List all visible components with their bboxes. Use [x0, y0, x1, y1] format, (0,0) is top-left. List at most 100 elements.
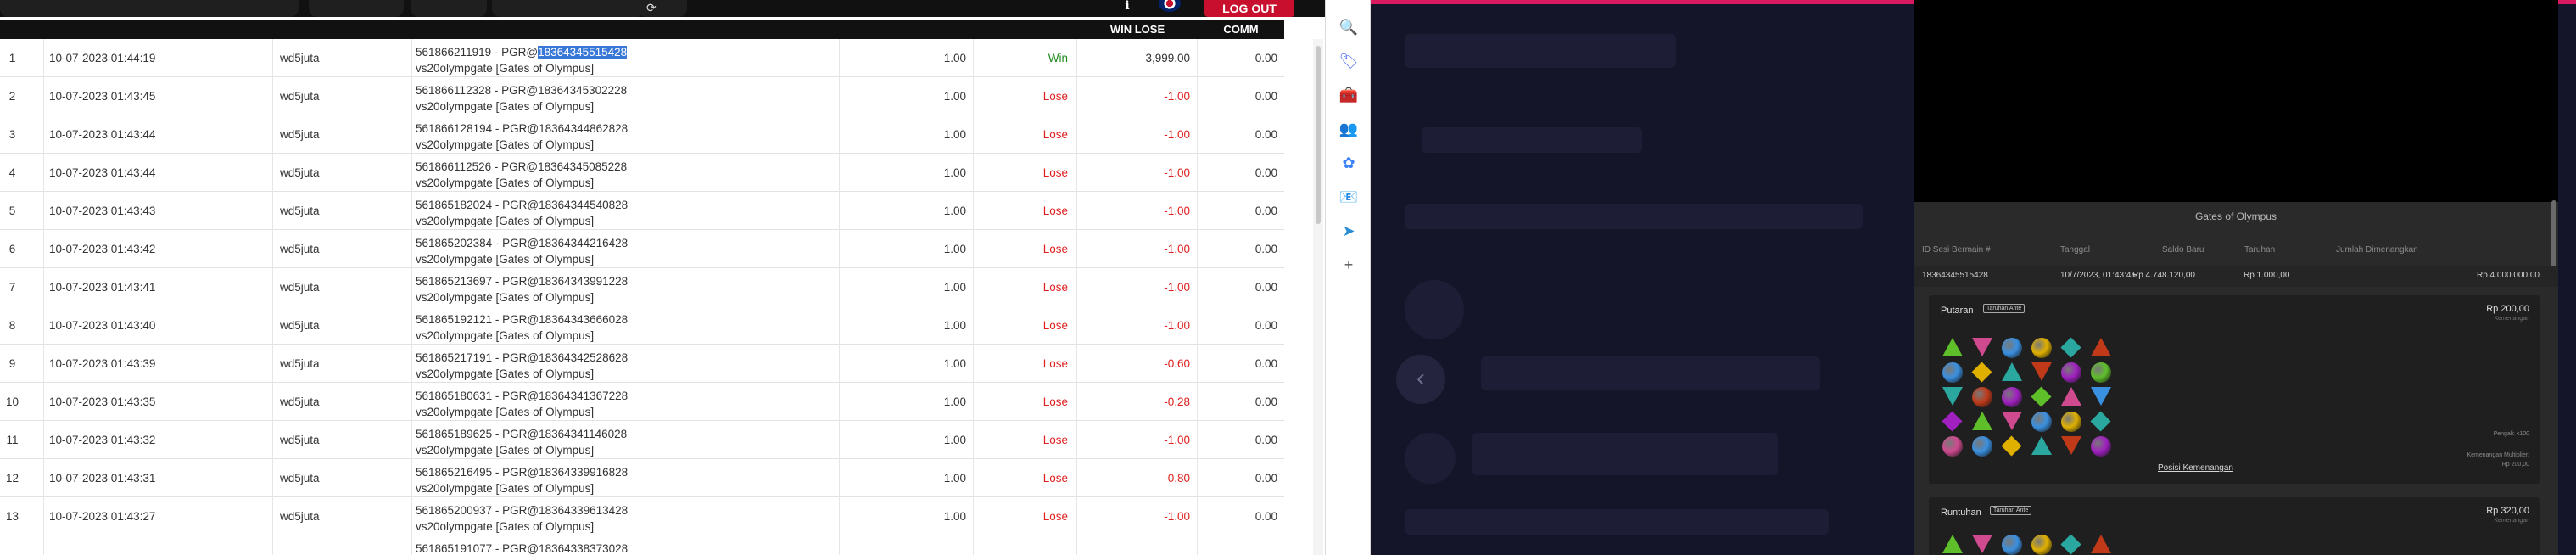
bet-ref[interactable]: 561866112328 - PGR@18364345302228 — [416, 82, 839, 98]
table-row[interactable]: 8 10-07-2023 01:43:40 wd5juta 561865192121 … — [0, 306, 1284, 345]
refresh-pill[interactable]: ⟳ — [638, 0, 687, 17]
outlook-icon[interactable]: 📧 — [1338, 187, 1359, 207]
cell-detail[interactable]: 561866128194 - PGR@18364344862828 vs20oly… — [412, 115, 840, 154]
add-icon[interactable]: + — [1338, 255, 1359, 275]
cell-detail[interactable]: 561865191077 - PGR@18364338373028 — [412, 535, 840, 555]
tumble-amount-sub: Kemenangan — [2494, 518, 2529, 524]
bet-ref-id[interactable]: 18364341146028 — [539, 428, 627, 440]
cell-detail[interactable]: 561865213697 - PGR@18364343991228 vs20oly… — [412, 268, 840, 306]
cell-comm: 0.00 — [1254, 128, 1277, 141]
gem-symbol — [2060, 535, 2081, 555]
send-icon[interactable]: ➤ — [1338, 221, 1359, 241]
table-row[interactable]: 9 10-07-2023 01:43:39 wd5juta 561865217191 … — [0, 345, 1284, 383]
bet-ref[interactable]: 561866112526 - PGR@18364345085228 — [416, 159, 839, 175]
tag-icon[interactable]: 🏷 — [1338, 51, 1359, 71]
bet-ref-id[interactable]: 18364344216428 — [539, 237, 628, 249]
refresh-icon[interactable]: ⟳ — [646, 1, 657, 14]
cell-detail[interactable]: 561866112328 - PGR@18364345302228 vs20oly… — [412, 77, 840, 115]
game-name: vs20olympgate [Gates of Olympus] — [416, 482, 595, 495]
table-row[interactable]: 2 10-07-2023 01:43:45 wd5juta 561866112328 … — [0, 77, 1284, 115]
cell-status — [974, 535, 1077, 555]
cell-no: 3 — [0, 115, 44, 154]
scrollbar-thumb[interactable] — [1316, 46, 1321, 224]
bet-ref-id[interactable]: 18364342528628 — [539, 351, 628, 364]
table-row[interactable]: 7 10-07-2023 01:43:41 wd5juta 561865213697 … — [0, 268, 1284, 306]
search-icon[interactable]: 🔍 — [1338, 17, 1359, 37]
table-row[interactable]: 11 10-07-2023 01:43:32 wd5juta 561865189625… — [0, 421, 1284, 459]
cell-detail[interactable]: 561865189625 - PGR@18364341146028 vs20oly… — [412, 421, 840, 459]
copilot-icon[interactable]: ✿ — [1338, 153, 1359, 173]
bet-ref[interactable]: 561865200937 - PGR@18364339613428 — [416, 502, 839, 519]
val-date: 10/7/2023, 01:43:45 — [2060, 271, 2136, 280]
bet-ref-id[interactable]: 18364343666028 — [539, 313, 628, 326]
people-icon[interactable]: 👥 — [1338, 119, 1359, 139]
cell-detail[interactable]: 561866112526 - PGR@18364345085228 vs20oly… — [412, 154, 840, 192]
cell-detail[interactable]: 561865217191 - PGR@18364342528628 vs20oly… — [412, 345, 840, 383]
bet-ref[interactable]: 561865180631 - PGR@18364341367228 — [416, 388, 839, 404]
logout-button[interactable]: LOG OUT — [1204, 0, 1294, 17]
table-row[interactable]: 3 10-07-2023 01:43:44 wd5juta 561866128194 … — [0, 115, 1284, 154]
col-no — [0, 20, 44, 39]
toolbox-icon[interactable]: 🧰 — [1338, 85, 1359, 105]
bet-ref-id[interactable]: 18364344862828 — [539, 122, 628, 135]
bet-ref-id[interactable]: 18364341367228 — [539, 390, 628, 402]
table-row[interactable]: 4 10-07-2023 01:43:44 wd5juta 561866112526 … — [0, 154, 1284, 192]
cell-status: Lose — [974, 115, 1077, 154]
account-pill[interactable] — [0, 0, 299, 17]
table-row[interactable]: 10 10-07-2023 01:43:35 wd5juta 561865180631… — [0, 383, 1284, 421]
cell-date: 10-07-2023 01:43:35 — [44, 383, 273, 421]
gem-symbol — [1972, 338, 1992, 356]
bet-ref[interactable]: 561865217191 - PGR@18364342528628 — [416, 350, 839, 366]
table-row[interactable]: 13 10-07-2023 01:43:27 wd5juta 561865200937… — [0, 497, 1284, 535]
bet-ref[interactable]: 561865182024 - PGR@18364344540828 — [416, 197, 839, 213]
cell-detail[interactable]: 561865182024 - PGR@18364344540828 vs20oly… — [412, 192, 840, 230]
bet-ref-id[interactable]: 18364345515428 — [538, 46, 628, 59]
bet-ref[interactable]: 561865213697 - PGR@18364343991228 — [416, 273, 839, 289]
bet-ref-id[interactable]: 18364345085228 — [538, 160, 627, 173]
bet-ref[interactable]: 561865216495 - PGR@18364339916828 — [416, 464, 839, 480]
bet-ref-id[interactable]: 18364339916828 — [539, 466, 628, 479]
table-scrollbar[interactable] — [1313, 39, 1323, 555]
table-row[interactable]: 561865191077 - PGR@18364338373028 — [0, 535, 1284, 555]
cell-detail[interactable]: 561866211919 - PGR@18364345515428 vs20oly… — [412, 39, 840, 77]
bg-block — [1422, 127, 1642, 153]
cell-detail[interactable]: 561865200937 - PGR@18364339613428 vs20oly… — [412, 497, 840, 535]
val-balance: Rp 4.748.120,00 — [2132, 271, 2195, 280]
back-arrow-button[interactable]: ‹ — [1396, 355, 1445, 404]
table-row[interactable]: 12 10-07-2023 01:43:31 wd5juta 561865216495… — [0, 459, 1284, 497]
table-row[interactable]: 6 10-07-2023 01:43:42 wd5juta 561865202384 … — [0, 230, 1284, 268]
bet-ref[interactable]: 561866211919 - PGR@18364345515428 — [416, 44, 839, 60]
table-row[interactable]: 5 10-07-2023 01:43:43 wd5juta 561865182024 … — [0, 192, 1284, 230]
cell-user: wd5juta — [273, 497, 412, 535]
stat-pill-2 — [411, 0, 487, 17]
cell-no: 7 — [0, 268, 44, 306]
bet-ref[interactable]: 561865202384 - PGR@18364344216428 — [416, 235, 839, 251]
cell-detail[interactable]: 561865202384 - PGR@18364344216428 vs20oly… — [412, 230, 840, 268]
paytable-link[interactable]: Posisi Kemenangan — [2158, 463, 2233, 473]
bg-block — [1405, 509, 1829, 535]
cell-detail[interactable]: 561865216495 - PGR@18364339916828 vs20oly… — [412, 459, 840, 497]
cell-detail[interactable]: 561865192121 - PGR@18364343666028 vs20oly… — [412, 306, 840, 345]
bet-ref-id[interactable]: 18364339613428 — [539, 504, 628, 517]
cell-winlose: -1.00 — [1077, 154, 1198, 192]
cell-date: 10-07-2023 01:43:39 — [44, 345, 273, 383]
tumble-amount: Rp 320,00 — [2486, 506, 2529, 516]
cell-winlose: 3,999.00 — [1077, 39, 1198, 77]
bet-ref[interactable]: 561865189625 - PGR@18364341146028 — [416, 426, 839, 442]
bet-ref[interactable]: 561865192121 - PGR@18364343666028 — [416, 311, 839, 328]
bet-ref[interactable]: 561866128194 - PGR@18364344862828 — [416, 121, 839, 137]
gem-symbol — [2031, 386, 2052, 407]
table-row[interactable]: 1 10-07-2023 01:44:19 wd5juta 561866211919 … — [0, 39, 1284, 77]
bet-ref-prefix: 561866128194 - PGR@ — [416, 122, 539, 135]
bet-history-pane: ⟳ ℹ LOG OUT WIN LOSE COMM 1 10-07-2023 01… — [0, 0, 1325, 555]
bet-ref-id[interactable]: 18364343991228 — [539, 275, 628, 288]
cell-detail[interactable]: 561865180631 - PGR@18364341367228 vs20oly… — [412, 383, 840, 421]
info-icon[interactable]: ℹ — [1118, 0, 1137, 12]
cell-winlose: -1.00 — [1077, 421, 1198, 459]
bet-ref-id[interactable]: 18364344540828 — [539, 199, 628, 211]
spin-right-info: Pengali: x100 Kemenangan Multiplier: Rp … — [2467, 429, 2529, 469]
col-detail — [412, 20, 840, 39]
bet-ref-id[interactable]: 18364345302228 — [538, 84, 627, 97]
bet-ref[interactable]: 561865191077 - PGR@18364338373028 — [416, 541, 839, 555]
bet-ref-id[interactable]: 18364338373028 — [539, 542, 628, 555]
